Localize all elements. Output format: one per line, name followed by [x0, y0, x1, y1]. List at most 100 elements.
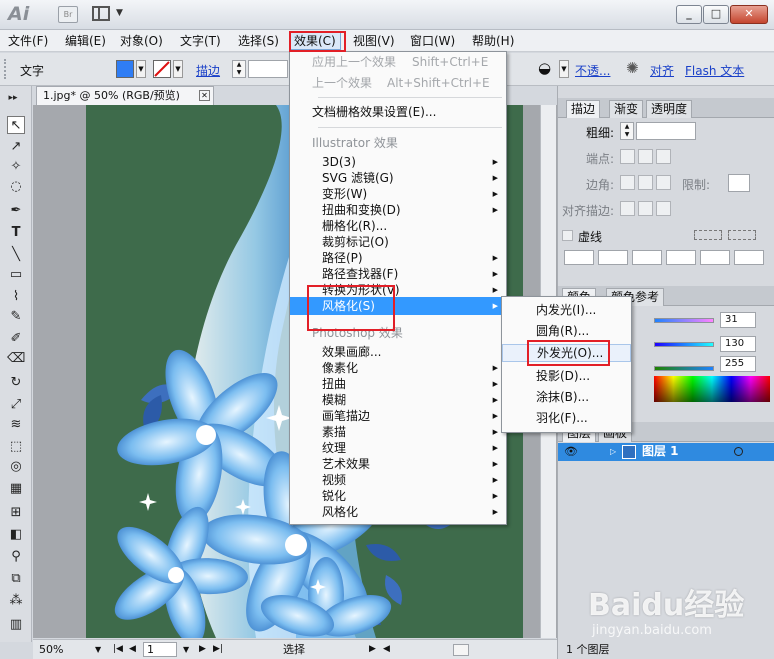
type-tool-icon[interactable]: T [7, 224, 25, 242]
tab-transparency[interactable]: 透明度 [646, 100, 693, 118]
document-tab[interactable]: 1.jpg* @ 50% (RGB/预览) ✕ [36, 86, 214, 105]
fill-dropdown-arrow[interactable]: ▼ [136, 60, 146, 78]
opacity-link[interactable]: 不透... [575, 62, 610, 79]
dash-field-3[interactable] [700, 250, 730, 265]
gap-field-1[interactable] [598, 250, 628, 265]
style-dropdown-arrow[interactable]: ▼ [559, 60, 569, 78]
warp-tool-icon[interactable]: ≋ [7, 416, 25, 434]
pen-tool-icon[interactable]: ✒ [7, 202, 25, 220]
menu-distort[interactable]: 扭曲 ▶ [290, 376, 506, 392]
menu-last-effect[interactable]: 上一个效果 Alt+Shift+Ctrl+E [290, 75, 506, 91]
recolor-icon[interactable]: ✺ [626, 59, 639, 77]
page-number-field[interactable]: 1 [143, 642, 177, 657]
menu-video[interactable]: 视频 ▶ [290, 472, 506, 488]
stroke-link[interactable]: 描边 [196, 62, 220, 79]
pencil-tool-icon[interactable]: ✎ [7, 308, 25, 326]
menu-pixelate[interactable]: 像素化 ▶ [290, 360, 506, 376]
selection-tool-icon[interactable]: ↖ [7, 116, 25, 134]
align-link[interactable]: 对齐 [650, 62, 674, 79]
style-icon[interactable]: ◒ [538, 59, 551, 77]
fill-color-swatch[interactable] [116, 60, 134, 78]
scale-tool-icon[interactable]: ⤢ [7, 396, 25, 414]
menu-edit[interactable]: 编辑(E) [61, 32, 110, 50]
prev-page-icon[interactable]: ◀ [129, 640, 136, 659]
menu-svg-filters[interactable]: SVG 滤镜(G) ▶ [290, 170, 506, 186]
direct-selection-tool-icon[interactable]: ↗ [7, 138, 25, 156]
minimize-button[interactable]: _ [676, 5, 702, 24]
column-graph-tool-icon[interactable]: ▥ [7, 616, 25, 634]
expand-layer-icon[interactable]: ▷ [610, 443, 616, 460]
dashed-checkbox[interactable] [562, 230, 573, 241]
blue-value-field[interactable]: 255 [720, 356, 756, 372]
visibility-eye-icon[interactable]: 👁 [564, 443, 578, 460]
menu-round-corners[interactable]: 圆角(R)... [502, 322, 631, 340]
status-arrow-icon[interactable]: ▶ [369, 640, 376, 659]
target-icon[interactable] [734, 447, 743, 456]
shape-builder-tool-icon[interactable]: ◎ [7, 458, 25, 476]
menu-rasterize[interactable]: 栅格化(R)... [290, 218, 506, 234]
menu-texture[interactable]: 纹理 ▶ [290, 440, 506, 456]
menu-distort-transform[interactable]: 扭曲和变换(D) ▶ [290, 202, 506, 218]
menu-raster-settings[interactable]: 文档栅格效果设置(E)... [290, 104, 506, 120]
close-button[interactable]: ✕ [730, 5, 768, 24]
menu-path[interactable]: 路径(P) ▶ [290, 250, 506, 266]
menu-window[interactable]: 窗口(W) [406, 32, 459, 50]
gap-field-3[interactable] [734, 250, 764, 265]
blue-slider[interactable] [654, 366, 714, 371]
menu-feather[interactable]: 羽化(F)... [502, 409, 631, 427]
close-tab-icon[interactable]: ✕ [199, 90, 210, 101]
symbol-sprayer-tool-icon[interactable]: ⁂ [7, 592, 25, 610]
eraser-tool-icon[interactable]: ⌫ [7, 350, 25, 368]
stroke-weight-spinner[interactable]: ▲ ▼ [232, 60, 246, 78]
weight-spinner[interactable]: ▲ ▼ [620, 122, 634, 140]
align-outside-button[interactable] [656, 201, 671, 216]
butt-cap-button[interactable] [620, 149, 635, 164]
menu-sketch[interactable]: 素描 ▶ [290, 424, 506, 440]
round-cap-button[interactable] [638, 149, 653, 164]
bridge-button[interactable]: Br [58, 6, 78, 23]
toolbox-collapse-icon[interactable]: ▸▸ [4, 89, 22, 107]
stroke-none-swatch[interactable] [153, 60, 171, 78]
eyedropper-tool-icon[interactable]: ⚲ [7, 548, 25, 566]
align-center-button[interactable] [620, 201, 635, 216]
stroke-dropdown-arrow[interactable]: ▼ [173, 60, 183, 78]
menu-type[interactable]: 文字(T) [176, 32, 225, 50]
square-cap-button[interactable] [656, 149, 671, 164]
menu-select[interactable]: 选择(S) [234, 32, 283, 50]
menu-apply-last-effect[interactable]: 应用上一个效果 Shift+Ctrl+E [290, 54, 506, 70]
menu-drop-shadow[interactable]: 投影(D)... [502, 367, 631, 385]
arrange-documents-button[interactable]: ▼ [92, 5, 128, 23]
round-join-button[interactable] [638, 175, 653, 190]
mesh-tool-icon[interactable]: ⊞ [7, 504, 25, 522]
dash-preview-1[interactable] [694, 230, 722, 240]
color-spectrum[interactable] [654, 376, 770, 402]
blob-brush-tool-icon[interactable]: ✐ [7, 330, 25, 348]
free-transform-tool-icon[interactable]: ⬚ [7, 438, 25, 456]
menu-help[interactable]: 帮助(H) [468, 32, 518, 50]
weight-field[interactable] [636, 122, 696, 140]
menu-object[interactable]: 对象(O) [116, 32, 167, 50]
bevel-join-button[interactable] [656, 175, 671, 190]
dash-field-1[interactable] [564, 250, 594, 265]
red-value-field[interactable]: 31 [720, 312, 756, 328]
menu-file[interactable]: 文件(F) [4, 32, 52, 50]
hscroll-left-icon[interactable]: ◀ [383, 640, 390, 659]
gap-field-2[interactable] [666, 250, 696, 265]
stroke-weight-field[interactable] [248, 60, 288, 78]
layer-row[interactable]: 👁 ▷ 图层 1 [558, 443, 774, 461]
menu-sharpen[interactable]: 锐化 ▶ [290, 488, 506, 504]
magic-wand-tool-icon[interactable]: ✧ [7, 158, 25, 176]
miter-join-button[interactable] [620, 175, 635, 190]
last-page-icon[interactable]: ▶| [213, 640, 223, 659]
rectangle-tool-icon[interactable]: ▭ [7, 266, 25, 284]
layer-name[interactable]: 图层 1 [642, 443, 679, 460]
dash-preview-2[interactable] [728, 230, 756, 240]
lasso-tool-icon[interactable]: ◌ [7, 178, 25, 196]
zoom-field[interactable]: 50% [39, 640, 91, 659]
next-page-icon[interactable]: ▶ [199, 640, 206, 659]
first-page-icon[interactable]: |◀ [113, 640, 123, 659]
panel-grip[interactable] [4, 59, 8, 79]
menu-scribble[interactable]: 涂抹(B)... [502, 388, 631, 406]
menu-stylize-photoshop[interactable]: 风格化 ▶ [290, 504, 506, 520]
paintbrush-tool-icon[interactable]: ⌇ [7, 288, 25, 306]
